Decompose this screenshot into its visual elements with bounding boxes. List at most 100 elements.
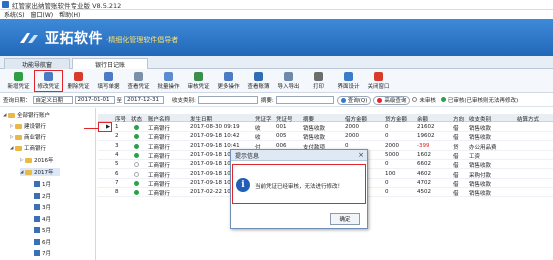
tree-bank-commercial[interactable]: ▷ 商业银行 xyxy=(10,133,46,141)
close-icon[interactable]: × xyxy=(358,151,364,159)
cell-no: 1 xyxy=(115,124,119,130)
cell-account: 工商银行 xyxy=(148,144,171,151)
toolbar-button-1[interactable]: 修改凭证 xyxy=(34,69,63,92)
tree-month[interactable]: 1月 xyxy=(34,180,51,188)
folder-icon xyxy=(25,157,32,163)
column-header[interactable]: 余额 xyxy=(417,115,428,123)
tree-year-2016[interactable]: ▷ 2016年 xyxy=(20,156,54,164)
toolbar-button-3[interactable]: 填写单据 xyxy=(94,70,123,92)
cell-account: 工商银行 xyxy=(148,181,171,188)
tree-month[interactable]: 6月 xyxy=(34,238,51,246)
toolbar-button-0[interactable]: 新增凭证 xyxy=(4,70,33,92)
menu-help[interactable]: 帮助(H) xyxy=(59,10,80,19)
filter-icon xyxy=(377,97,383,103)
date-mode-select[interactable]: 自定义日期 xyxy=(32,96,73,104)
tree-month[interactable]: 5月 xyxy=(34,226,51,234)
cell-category: 销售收款 xyxy=(469,163,492,170)
toolbar-button-10[interactable]: 打印 xyxy=(304,70,333,92)
menu-system[interactable]: 系统(S) xyxy=(4,10,25,19)
cell-dir: 借 xyxy=(453,126,459,132)
unaudited-dot-icon xyxy=(412,97,418,102)
tree-month[interactable]: 3月 xyxy=(34,203,51,211)
toolbar-button-7[interactable]: 更多操作 xyxy=(214,70,243,92)
cell-dir: 借 xyxy=(453,172,459,179)
column-header[interactable]: 账户名称 xyxy=(148,115,170,123)
toolbar-button-8[interactable]: 查看账簿 xyxy=(244,70,273,92)
cell-credit: 5000 xyxy=(385,151,399,158)
date-from-picker[interactable]: 2017-01-01 xyxy=(74,96,115,104)
legend-audited-label: 已审核(已审核则无法再修改) xyxy=(447,98,519,104)
column-header[interactable]: 方向 xyxy=(453,115,464,123)
toolbar-icon xyxy=(14,71,23,81)
status-dot-icon xyxy=(134,143,139,149)
legend-unaudited-label: 未审核 xyxy=(419,98,436,104)
column-header[interactable]: 借方金额 xyxy=(345,115,367,123)
toolbar-icon xyxy=(194,71,203,81)
toolbar-button-12[interactable]: 关闭窗口 xyxy=(364,70,393,92)
logo-mark-icon xyxy=(18,31,40,45)
column-header[interactable]: 序号 xyxy=(115,115,126,123)
column-header[interactable]: 收支类别 xyxy=(469,115,491,123)
expand-icon: ▷ xyxy=(10,123,14,129)
column-header[interactable]: 状态 xyxy=(131,115,142,123)
column-header[interactable]: 凭证字 xyxy=(255,115,272,123)
tab-bank-journal[interactable]: 银行日记账 xyxy=(72,58,148,69)
cell-dir: 贷 xyxy=(453,144,459,151)
column-header[interactable]: 发生日期 xyxy=(190,115,212,123)
cell-account: 工商银行 xyxy=(148,153,171,160)
column-header[interactable]: 贷方金额 xyxy=(385,115,407,123)
calendar-icon xyxy=(34,250,40,256)
toolbar-button-6[interactable]: 审核凭证 xyxy=(184,70,213,92)
menu-window[interactable]: 窗口(W) xyxy=(31,10,54,19)
column-header[interactable]: 凭证号 xyxy=(276,115,293,123)
summary-input[interactable] xyxy=(275,96,334,104)
arrow-indicator xyxy=(84,128,98,129)
query-button[interactable]: 查询(Q) xyxy=(336,95,372,105)
toolbar-icon xyxy=(74,71,83,81)
tree-bank-ccb[interactable]: ▷ 建设银行 xyxy=(10,122,46,130)
toolbar-button-label: 更多操作 xyxy=(217,83,240,90)
table-row[interactable]: 2 工商银行 2017-09-18 10:42 收 005 销售收款 2000 0 19602 借… xyxy=(98,132,553,142)
grid-header: 序号 状态 账户名称 发生日期 凭证字 凭证号 摘要 借方金额 贷方金额 余额 方向 收支类别 结算方式 xyxy=(98,114,553,123)
ok-button[interactable]: 确定 xyxy=(330,213,360,225)
cell-balance: 19602 xyxy=(417,133,435,140)
cell-category: 办公用品费 xyxy=(469,144,497,151)
cell-summary: 销售收款 xyxy=(303,126,326,132)
cell-account: 工商银行 xyxy=(148,126,171,132)
cell-balance: 1602 xyxy=(417,151,431,158)
toolbar-button-9[interactable]: 导入导出 xyxy=(274,70,303,92)
toolbar-button-2[interactable]: 删除凭证 xyxy=(64,70,93,92)
column-header[interactable]: 摘要 xyxy=(303,115,314,123)
cell-no: 6 xyxy=(115,170,119,177)
column-header[interactable]: 结算方式 xyxy=(517,115,539,123)
category-label: 收支类别: xyxy=(172,98,196,104)
toolbar-button-4[interactable]: 查看凭证 xyxy=(124,70,153,92)
cell-balance: -399 xyxy=(417,142,430,149)
tree-year-2017[interactable]: ◢ 2017年 xyxy=(20,168,60,176)
category-input[interactable] xyxy=(197,96,258,104)
cell-credit: 2000 xyxy=(385,142,399,149)
tree-month-label: 2月 xyxy=(42,193,51,200)
tree-root[interactable]: ◢ 全部银行账户 xyxy=(3,111,50,119)
tab-navigation[interactable]: 功能导航窗 xyxy=(4,58,70,69)
date-to-picker[interactable]: 2017-12-31 xyxy=(124,96,165,104)
toolbar-button-label: 新增凭证 xyxy=(7,83,30,90)
cell-num: 005 xyxy=(276,133,287,140)
toolbar-button-11[interactable]: 界面设计 xyxy=(334,70,363,92)
toolbar-button-5[interactable]: 批量操作 xyxy=(154,70,183,92)
tree-bank-label: 工商银行 xyxy=(24,146,47,152)
cell-balance: 4602 xyxy=(417,170,431,177)
tree-month[interactable]: 4月 xyxy=(34,215,51,223)
status-dot-icon xyxy=(134,171,139,177)
tree-bank-label: 建设银行 xyxy=(24,124,47,130)
cell-no: 5 xyxy=(115,161,119,168)
calendar-icon xyxy=(34,204,40,210)
tree-month[interactable]: 7月 xyxy=(34,249,51,257)
tree-bank-icbc[interactable]: ◢ 工商银行 xyxy=(10,144,46,152)
table-row[interactable]: ▶ 1 工商银行 2017-08-30 09:19 收 001 销售收款 2000 0 21602… xyxy=(98,123,553,132)
tree-month[interactable]: 2月 xyxy=(34,192,51,200)
advanced-query-button[interactable]: 高级查询 xyxy=(373,95,411,105)
brand-slogan: ·精细化管理软件倡导者 xyxy=(106,35,179,44)
calendar-icon xyxy=(34,181,40,187)
cell-balance: 4702 xyxy=(417,179,431,186)
